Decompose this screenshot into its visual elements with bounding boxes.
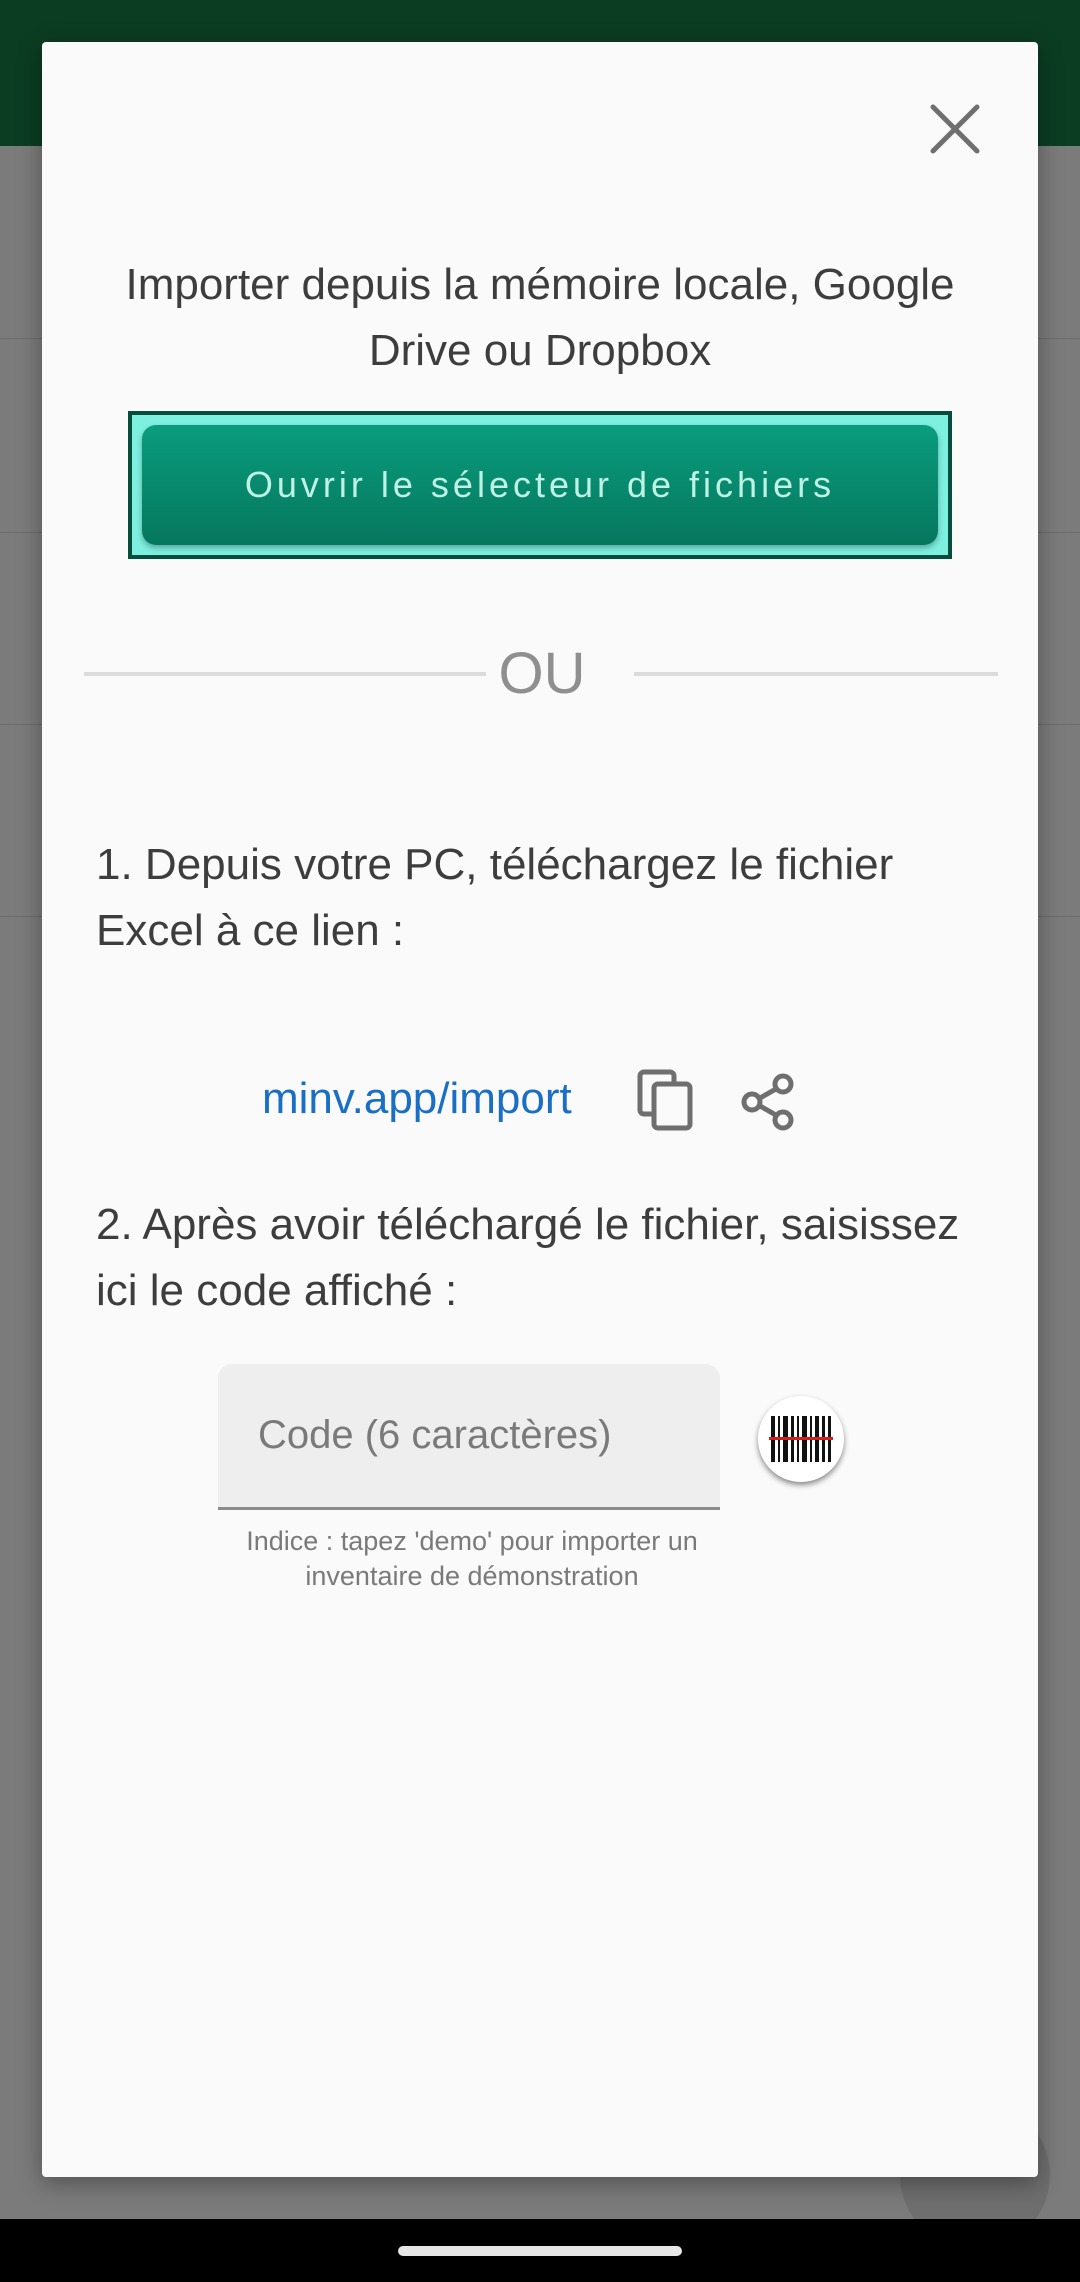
close-icon [930,104,980,154]
import-link-row: minv.app/import [42,1054,1038,1144]
code-input[interactable] [218,1364,720,1507]
divider-line-left [84,672,486,676]
code-field[interactable] [218,1364,720,1510]
import-dialog: Importer depuis la mémoire locale, Googl… [42,42,1038,2177]
open-file-picker-button[interactable]: Ouvrir le sélecteur de fichiers [142,425,938,545]
copy-icon[interactable] [634,1068,698,1132]
close-button[interactable] [920,94,990,164]
import-link[interactable]: minv.app/import [262,1070,572,1128]
barcode-scan-icon [769,1416,833,1462]
import-intro-text: Importer depuis la mémoire locale, Googl… [125,260,955,375]
scan-barcode-button[interactable] [758,1396,844,1482]
gesture-handle[interactable] [398,2246,682,2256]
open-file-picker-focus-frame: Ouvrir le sélecteur de fichiers [128,411,952,559]
share-icon[interactable] [738,1072,798,1132]
demo-hint-text: Indice : tapez 'demo' pour importer un i… [246,1526,698,1591]
divider-label: OU [498,641,586,706]
divider-line-right [634,672,998,676]
step-1-text: 1. Depuis votre PC, téléchargez le fichi… [96,840,894,955]
step-2-text: 2. Après avoir téléchargé le fichier, sa… [96,1200,960,1315]
